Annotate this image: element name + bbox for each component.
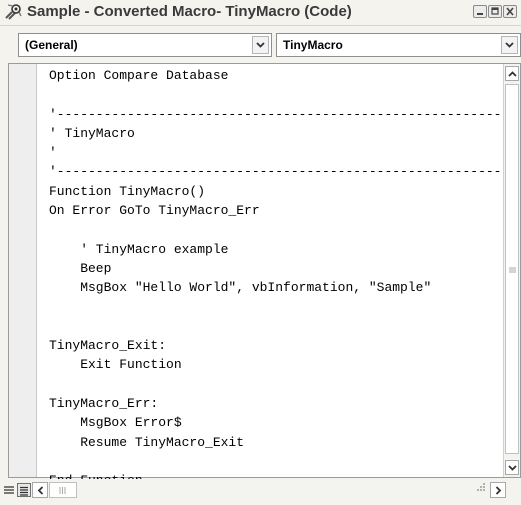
chevron-down-icon[interactable]: [501, 36, 518, 54]
code-line[interactable]: TinyMacro_Exit:: [49, 336, 503, 355]
code-line[interactable]: [49, 85, 503, 104]
horizontal-scrollbar[interactable]: [32, 482, 521, 499]
scroll-right-icon[interactable]: [490, 482, 506, 498]
code-pane[interactable]: Option Compare Database '----------------…: [8, 63, 521, 488]
code-line[interactable]: Option Compare Database: [49, 66, 503, 85]
vertical-scrollbar[interactable]: [503, 64, 520, 477]
code-line[interactable]: MsgBox "Hello World", vbInformation, "Sa…: [49, 278, 503, 297]
code-line[interactable]: [49, 317, 503, 336]
object-combobox-value: (General): [25, 38, 78, 52]
code-line[interactable]: Beep: [49, 259, 503, 278]
code-line[interactable]: On Error GoTo TinyMacro_Err: [49, 201, 503, 220]
code-line[interactable]: [49, 298, 503, 317]
window-controls: [473, 5, 517, 18]
macro-app-icon[interactable]: [4, 4, 22, 21]
scroll-up-icon[interactable]: [505, 66, 519, 81]
bottom-bar: [0, 479, 521, 505]
code-editor[interactable]: Option Compare Database '----------------…: [49, 66, 503, 491]
grip-icon: [509, 267, 516, 273]
code-line[interactable]: MsgBox Error$: [49, 413, 503, 432]
minimize-icon[interactable]: [473, 5, 487, 18]
code-line[interactable]: Exit Function: [49, 355, 503, 374]
scroll-left-icon[interactable]: [32, 482, 48, 498]
horizontal-scroll-track[interactable]: [77, 482, 490, 498]
procedure-combobox-value: TinyMacro: [283, 38, 343, 52]
code-window: Sample - Converted Macro- TinyMacro (Cod…: [0, 0, 521, 505]
vertical-scroll-thumb[interactable]: [505, 84, 519, 454]
code-line[interactable]: [49, 452, 503, 471]
horizontal-scroll-thumb[interactable]: [49, 482, 77, 498]
restore-icon[interactable]: [488, 5, 502, 18]
code-line[interactable]: [49, 220, 503, 239]
code-line[interactable]: '---------------------------------------…: [49, 105, 503, 124]
close-icon[interactable]: [503, 5, 517, 18]
code-line[interactable]: '---------------------------------------…: [49, 162, 503, 181]
procedure-combobox[interactable]: TinyMacro: [276, 33, 521, 57]
code-line[interactable]: [49, 375, 503, 394]
object-combobox[interactable]: (General): [18, 33, 272, 57]
grip-icon: [59, 487, 66, 494]
scroll-down-icon[interactable]: [505, 460, 519, 475]
window-title: Sample - Converted Macro- TinyMacro (Cod…: [27, 3, 352, 20]
procedure-view-icon[interactable]: [2, 483, 16, 497]
code-line[interactable]: ' TinyMacro: [49, 124, 503, 143]
code-line[interactable]: Function TinyMacro(): [49, 182, 503, 201]
code-line[interactable]: Resume TinyMacro_Exit: [49, 433, 503, 452]
title-bar[interactable]: Sample - Converted Macro- TinyMacro (Cod…: [0, 0, 521, 26]
code-line[interactable]: TinyMacro_Err:: [49, 394, 503, 413]
full-module-view-icon[interactable]: [17, 483, 31, 497]
resize-grip-icon[interactable]: [475, 481, 486, 492]
combo-row: (General) TinyMacro: [0, 33, 521, 59]
margin-indicator-bar[interactable]: [9, 64, 37, 477]
code-line[interactable]: ': [49, 143, 503, 162]
chevron-down-icon[interactable]: [252, 36, 269, 54]
code-line[interactable]: ' TinyMacro example: [49, 240, 503, 259]
